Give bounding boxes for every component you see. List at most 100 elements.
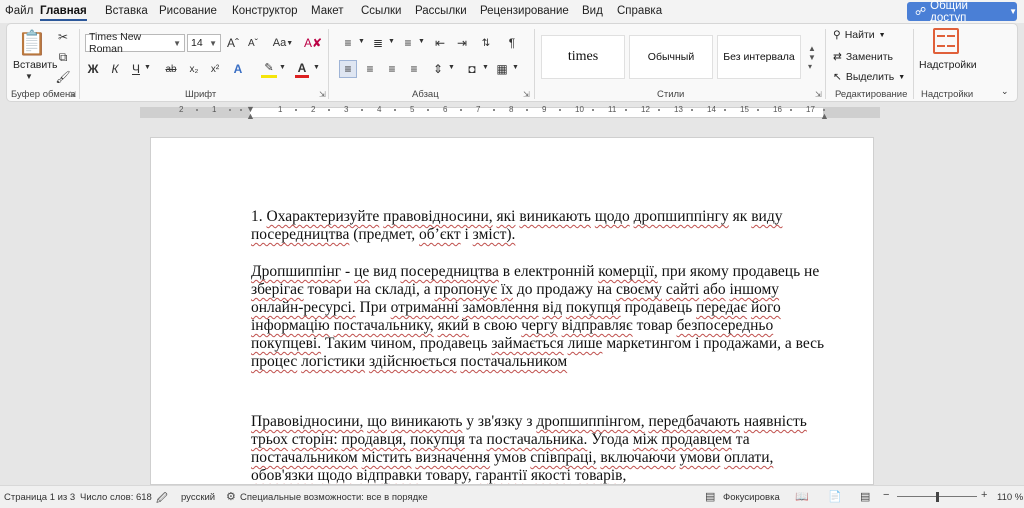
styles-group-label: Стили — [657, 89, 685, 100]
line-spacing-icon[interactable]: ⇕ — [429, 60, 447, 78]
bold-button[interactable]: Ж — [86, 60, 100, 78]
tab-file[interactable]: Файл — [5, 5, 33, 17]
focus-button[interactable]: Фокусировка — [723, 492, 780, 503]
word-count[interactable]: Число слов: 618 — [80, 492, 152, 503]
grow-font-icon[interactable]: Aˆ — [225, 34, 241, 52]
zoom-slider-thumb[interactable] — [936, 492, 939, 502]
clipboard-launcher-icon[interactable]: ⇲ — [69, 90, 76, 99]
decrease-indent-icon[interactable]: ⇤ — [431, 34, 449, 52]
shrink-font-icon[interactable]: Aˇ — [245, 34, 261, 52]
superscript-icon[interactable]: x² — [206, 60, 224, 78]
borders-icon[interactable]: ▦ — [493, 60, 511, 78]
tab-mailings[interactable]: Рассылки — [415, 5, 467, 17]
collapse-ribbon-icon[interactable]: ⌄ — [1001, 86, 1009, 97]
share-button[interactable]: ☍ Общий доступ ▼ — [907, 0, 1017, 24]
document-paragraph-1[interactable]: 1. Охарактеризуйте правовідносини, які в… — [251, 208, 831, 244]
justify-icon[interactable]: ≡ — [405, 60, 423, 78]
strikethrough-icon[interactable]: ab — [162, 60, 180, 78]
chevron-down-icon[interactable]: ▼ — [279, 64, 286, 71]
select-button[interactable]: ↖ Выделить ▼ — [833, 71, 905, 83]
left-indent-marker[interactable]: ▲ — [246, 111, 255, 121]
tab-draw[interactable]: Рисование — [159, 5, 217, 17]
chevron-down-icon[interactable]: ▼ — [25, 72, 33, 81]
replace-button[interactable]: ⇄ Заменить — [833, 51, 893, 63]
tab-insert[interactable]: Вставка — [105, 5, 148, 17]
font-size-select[interactable]: 14 ▼ — [187, 34, 221, 52]
bullets-icon[interactable]: ≡ — [339, 34, 357, 52]
zoom-in-icon[interactable]: + — [981, 489, 987, 501]
document-paragraph-3[interactable]: Правовідносини, що виникають у зв'язку з… — [251, 413, 831, 484]
align-right-icon[interactable]: ≡ — [383, 60, 401, 78]
italic-button[interactable]: К — [108, 60, 122, 78]
right-indent-marker[interactable]: ▲ — [820, 111, 829, 121]
paragraph-launcher-icon[interactable]: ⇲ — [523, 90, 530, 99]
ruler-number: 8 — [509, 105, 514, 114]
cursor-icon: ↖ — [833, 71, 842, 83]
shading-icon[interactable]: ◘ — [463, 60, 481, 78]
show-marks-icon[interactable]: ¶ — [503, 34, 521, 52]
style-times[interactable]: times — [541, 35, 625, 79]
web-layout-icon[interactable]: ▤ — [860, 490, 870, 503]
chevron-down-icon[interactable]: ▼ — [482, 64, 489, 71]
chevron-down-icon[interactable]: ▼ — [512, 64, 519, 71]
ruler-number: 6 — [443, 105, 448, 114]
change-case-button[interactable]: Aa ▼ — [269, 34, 297, 52]
find-button[interactable]: ⚲ Найти ▼ — [833, 29, 886, 41]
style-normal[interactable]: Обычный — [629, 35, 713, 79]
print-layout-icon[interactable]: 📄 — [828, 490, 842, 503]
zoom-level[interactable]: 110 % — [997, 492, 1023, 503]
text-effects-icon[interactable]: A — [229, 60, 247, 78]
subscript-icon[interactable]: x₂ — [185, 60, 203, 78]
multilevel-list-icon[interactable]: ≡ — [399, 34, 417, 52]
language[interactable]: русский — [181, 492, 215, 503]
cut-icon[interactable]: ✂ — [55, 29, 71, 45]
proofing-icon[interactable]: 🖉 — [156, 490, 168, 508]
zoom-out-icon[interactable]: − — [883, 489, 889, 501]
horizontal-ruler[interactable]: 2 1 1 2 3 4 5 6 7 8 9 10 11 12 13 14 15 16 17 ▼ ▲ ▲ — [0, 104, 1024, 121]
font-color-icon[interactable]: A — [295, 60, 309, 78]
tab-references[interactable]: Ссылки — [361, 5, 402, 17]
format-painter-icon[interactable]: 🖌 — [55, 69, 71, 85]
chevron-down-icon[interactable]: ▼ — [144, 64, 151, 71]
numbering-icon[interactable]: ≣ — [369, 34, 387, 52]
increase-indent-icon[interactable]: ⇥ — [453, 34, 471, 52]
tab-review[interactable]: Рецензирование — [480, 5, 569, 17]
read-mode-icon[interactable]: 📖 — [795, 490, 809, 503]
style-no-spacing[interactable]: Без интервала — [717, 35, 801, 79]
document-paragraph-2[interactable]: Дропшиппінг - це вид посередництва в еле… — [251, 263, 831, 371]
chevron-down-icon[interactable]: ▼ — [388, 38, 395, 45]
tab-view[interactable]: Вид — [582, 5, 603, 17]
tab-help[interactable]: Справка — [617, 5, 662, 17]
chevron-down-icon[interactable]: ▼ — [448, 64, 455, 71]
underline-button[interactable]: Ч — [129, 60, 143, 78]
paste-button[interactable]: Вставить — [13, 59, 58, 71]
align-left-icon[interactable]: ≡ — [339, 60, 357, 78]
accessibility-icon[interactable]: ⚙ — [226, 490, 236, 503]
chevron-down-icon[interactable]: ▼ — [358, 38, 365, 45]
ruler-number: 2 — [179, 105, 184, 114]
styles-scroll[interactable]: ▲ ▼ ▾ — [805, 35, 819, 79]
tab-layout[interactable]: Макет — [311, 5, 344, 17]
addins-button[interactable]: Надстройки — [919, 59, 977, 71]
font-launcher-icon[interactable]: ⇲ — [319, 90, 326, 99]
styles-launcher-icon[interactable]: ⇲ — [815, 90, 822, 99]
sort-icon[interactable]: ⇅ — [477, 34, 495, 52]
clear-formatting-icon[interactable]: A✘ — [304, 34, 322, 52]
tab-design[interactable]: Конструктор — [232, 5, 298, 17]
focus-icon[interactable]: ▤ — [705, 490, 715, 503]
tab-home[interactable]: Главная — [40, 5, 87, 21]
highlight-color-icon[interactable]: ✎ — [261, 60, 277, 78]
addins-icon[interactable] — [933, 28, 959, 54]
paste-icon[interactable]: 📋 — [17, 28, 47, 58]
accessibility-status[interactable]: Специальные возможности: все в порядке — [240, 492, 428, 503]
chevron-down-icon[interactable]: ▼ — [313, 64, 320, 71]
share-label: Общий доступ — [930, 0, 968, 24]
ruler-number: 17 — [806, 105, 815, 114]
copy-icon[interactable]: ⧉ — [55, 49, 71, 65]
document-page[interactable]: 1. Охарактеризуйте правовідносини, які в… — [150, 137, 874, 485]
chevron-down-icon[interactable]: ▼ — [418, 38, 425, 45]
page-count[interactable]: Страница 1 из 3 — [4, 492, 75, 503]
ruler-tick — [559, 109, 561, 111]
font-family-select[interactable]: Times New Roman ▼ — [85, 31, 185, 55]
align-center-icon[interactable]: ≡ — [361, 60, 379, 78]
